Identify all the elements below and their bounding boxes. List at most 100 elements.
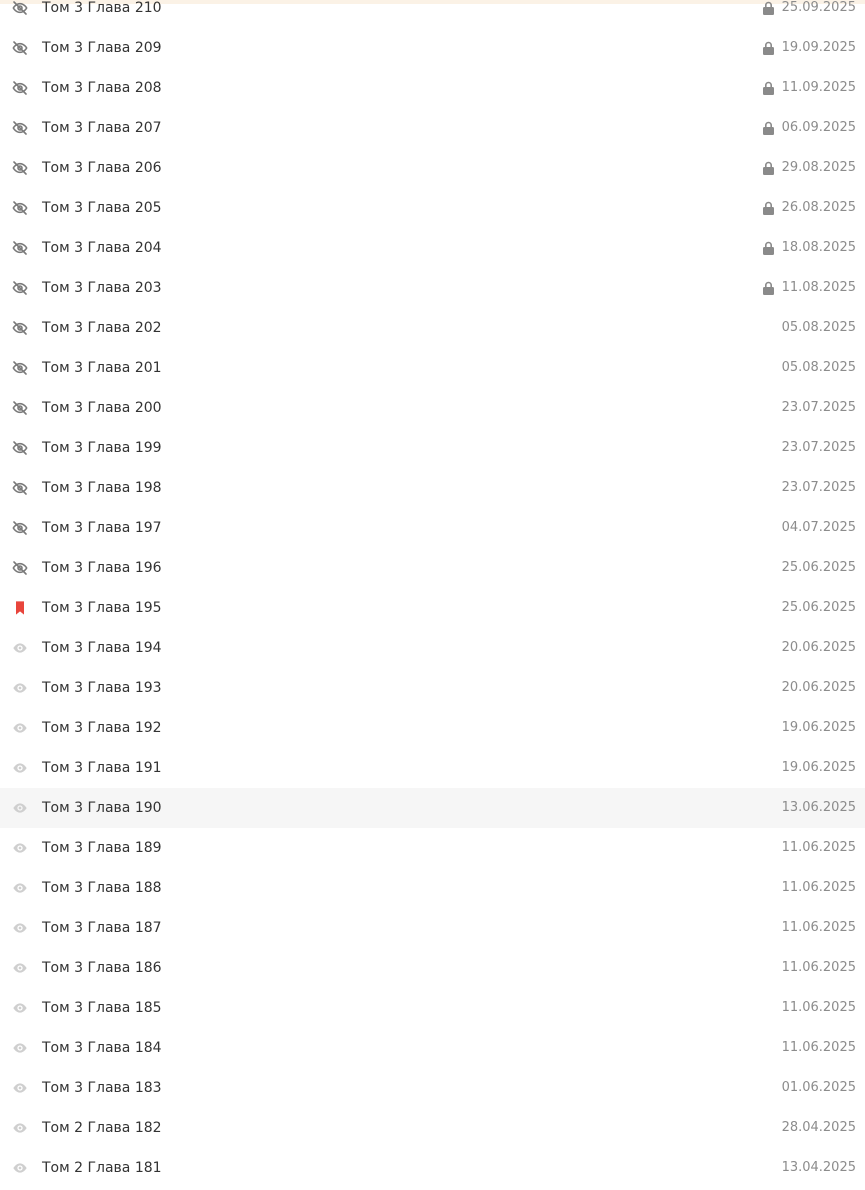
chapter-date: 11.06.2025 [781,880,856,895]
chapter-row[interactable]: Том 3 Глава 197 04.07.2025 [0,508,865,548]
chapter-date: 06.09.2025 [781,120,856,135]
eye-icon [12,1160,28,1176]
chapter-row[interactable]: Том 3 Глава 192 19.06.2025 [0,708,865,748]
chapter-title[interactable]: Том 3 Глава 196 [42,548,162,588]
lock-icon [762,121,775,135]
chapter-date: 26.08.2025 [781,200,856,215]
chapter-title[interactable]: Том 3 Глава 207 [42,108,162,148]
chapter-row[interactable]: Том 3 Глава 208 11.09.2025 [0,68,865,108]
eye-icon [12,960,28,976]
chapter-date: 18.08.2025 [781,240,856,255]
lock-icon [762,41,775,55]
eye-off-icon [12,120,28,136]
chapter-row[interactable]: Том 3 Глава 202 05.08.2025 [0,308,865,348]
chapter-title[interactable]: Том 3 Глава 205 [42,188,162,228]
chapter-title[interactable]: Том 3 Глава 198 [42,468,162,508]
eye-off-icon [12,320,28,336]
eye-off-icon [12,400,28,416]
chapter-row[interactable]: Том 3 Глава 198 23.07.2025 [0,468,865,508]
chapter-title[interactable]: Том 3 Глава 200 [42,388,162,428]
eye-icon [12,1120,28,1136]
eye-icon [12,720,28,736]
eye-off-icon [12,40,28,56]
chapter-date: 13.06.2025 [781,800,856,815]
lock-icon [762,81,775,95]
chapter-title[interactable]: Том 3 Глава 197 [42,508,162,548]
chapter-title[interactable]: Том 3 Глава 208 [42,68,162,108]
chapter-title[interactable]: Том 3 Глава 201 [42,348,162,388]
chapter-title[interactable]: Том 3 Глава 195 [42,588,162,628]
chapter-row[interactable]: Том 3 Глава 200 23.07.2025 [0,388,865,428]
chapter-title[interactable]: Том 3 Глава 187 [42,908,162,948]
eye-icon [12,760,28,776]
chapter-row[interactable]: Том 3 Глава 185 11.06.2025 [0,988,865,1028]
chapter-date: 01.06.2025 [781,1080,856,1095]
eye-off-icon [12,440,28,456]
chapter-date: 23.07.2025 [781,400,856,415]
chapter-row[interactable]: Том 3 Глава 203 11.08.2025 [0,268,865,308]
chapter-row[interactable]: Том 3 Глава 209 19.09.2025 [0,28,865,68]
chapter-title[interactable]: Том 3 Глава 183 [42,1068,162,1108]
chapter-title[interactable]: Том 3 Глава 202 [42,308,162,348]
chapter-date: 23.07.2025 [781,440,856,455]
chapter-title[interactable]: Том 3 Глава 186 [42,948,162,988]
chapter-title[interactable]: Том 3 Глава 192 [42,708,162,748]
chapter-date: 20.06.2025 [781,680,856,695]
eye-icon [12,1080,28,1096]
eye-off-icon [12,240,28,256]
chapter-title[interactable]: Том 3 Глава 210 [42,0,162,28]
chapter-date: 04.07.2025 [781,520,856,535]
chapter-row[interactable]: Том 3 Глава 193 20.06.2025 [0,668,865,708]
eye-icon [12,880,28,896]
chapter-row[interactable]: Том 3 Глава 184 11.06.2025 [0,1028,865,1068]
chapter-row[interactable]: Том 3 Глава 188 11.06.2025 [0,868,865,908]
chapter-title[interactable]: Том 3 Глава 189 [42,828,162,868]
chapter-title[interactable]: Том 3 Глава 188 [42,868,162,908]
chapter-title[interactable]: Том 3 Глава 209 [42,28,162,68]
chapter-title[interactable]: Том 3 Глава 203 [42,268,162,308]
chapter-title[interactable]: Том 2 Глава 181 [42,1148,162,1188]
chapter-date: 11.06.2025 [781,1000,856,1015]
chapter-title[interactable]: Том 3 Глава 184 [42,1028,162,1068]
chapter-row[interactable]: Том 3 Глава 206 29.08.2025 [0,148,865,188]
chapter-title[interactable]: Том 3 Глава 193 [42,668,162,708]
chapter-row[interactable]: Том 3 Глава 194 20.06.2025 [0,628,865,668]
chapter-title[interactable]: Том 2 Глава 182 [42,1108,162,1148]
chapter-row[interactable]: Том 3 Глава 183 01.06.2025 [0,1068,865,1108]
chapter-row[interactable]: Том 3 Глава 189 11.06.2025 [0,828,865,868]
chapter-row[interactable]: Том 2 Глава 182 28.04.2025 [0,1108,865,1148]
chapter-title[interactable]: Том 3 Глава 185 [42,988,162,1028]
eye-icon [12,640,28,656]
chapter-row[interactable]: Том 3 Глава 195 25.06.2025 [0,588,865,628]
chapter-title[interactable]: Том 3 Глава 206 [42,148,162,188]
chapter-row[interactable]: Том 3 Глава 201 05.08.2025 [0,348,865,388]
chapter-title[interactable]: Том 3 Глава 190 [42,788,162,828]
eye-icon [12,1000,28,1016]
chapter-title[interactable]: Том 3 Глава 194 [42,628,162,668]
eye-off-icon [12,80,28,96]
chapter-row[interactable]: Том 3 Глава 207 06.09.2025 [0,108,865,148]
chapter-row[interactable]: Том 3 Глава 191 19.06.2025 [0,748,865,788]
chapter-row[interactable]: Том 3 Глава 196 25.06.2025 [0,548,865,588]
chapter-date: 11.06.2025 [781,840,856,855]
chapter-row[interactable]: Том 3 Глава 199 23.07.2025 [0,428,865,468]
chapter-row[interactable]: Том 2 Глава 181 13.04.2025 [0,1148,865,1188]
chapter-row[interactable]: Том 3 Глава 205 26.08.2025 [0,188,865,228]
chapter-row[interactable]: Том 3 Глава 210 25.09.2025 [0,0,865,28]
chapter-date: 05.08.2025 [781,320,856,335]
chapter-date: 20.06.2025 [781,640,856,655]
chapter-date: 11.06.2025 [781,920,856,935]
chapter-title[interactable]: Том 3 Глава 199 [42,428,162,468]
eye-off-icon [12,360,28,376]
lock-icon [762,161,775,175]
chapter-row[interactable]: Том 3 Глава 186 11.06.2025 [0,948,865,988]
chapter-title[interactable]: Том 3 Глава 191 [42,748,162,788]
chapter-title[interactable]: Том 3 Глава 204 [42,228,162,268]
eye-icon [12,680,28,696]
chapter-row[interactable]: Том 3 Глава 187 11.06.2025 [0,908,865,948]
chapter-row[interactable]: Том 3 Глава 204 18.08.2025 [0,228,865,268]
eye-off-icon [12,520,28,536]
eye-off-icon [12,280,28,296]
chapter-date: 11.06.2025 [781,1040,856,1055]
chapter-row[interactable]: Том 3 Глава 190 13.06.2025 [0,788,865,828]
